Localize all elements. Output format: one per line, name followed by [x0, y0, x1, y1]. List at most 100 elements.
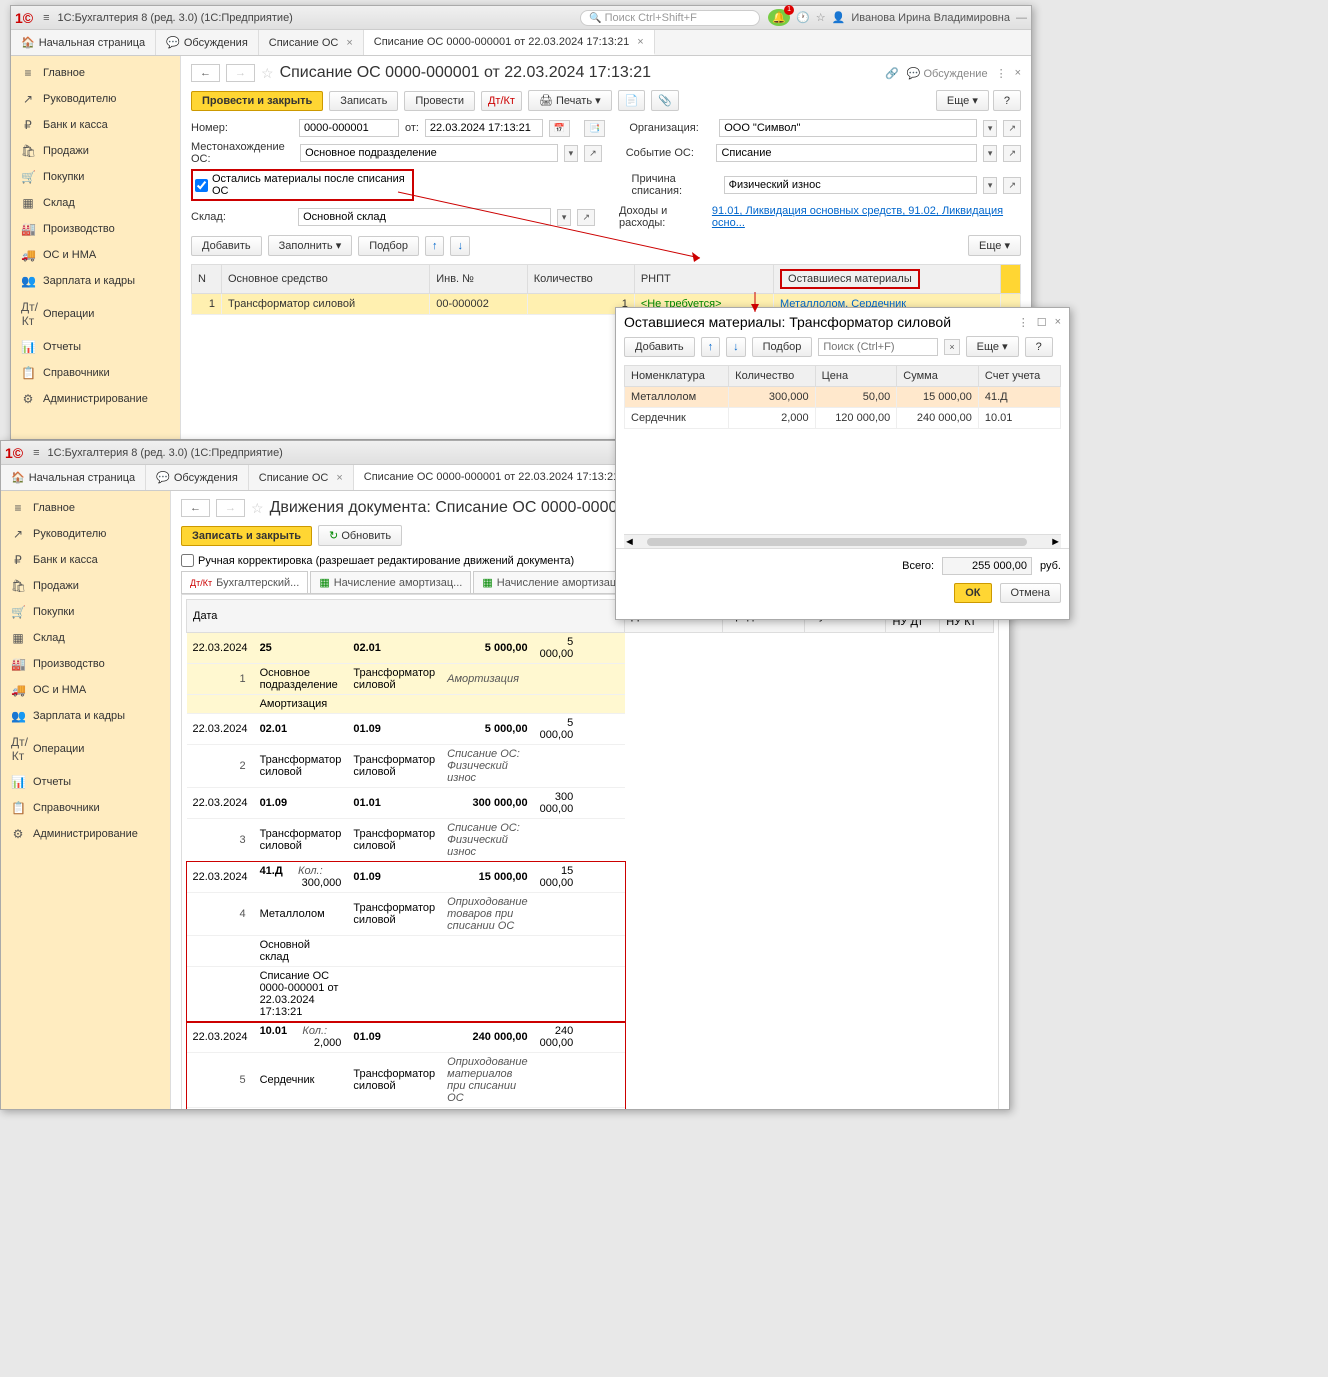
user-name[interactable]: Иванова Ирина Владимировна [851, 12, 1010, 24]
movement-row[interactable]: 22.03.2024 41.Д Кол.: 300,000 01.09 15 0… [187, 862, 625, 893]
dialog-close-icon[interactable]: × [1055, 316, 1061, 328]
dlg-up-button[interactable]: ↑ [701, 337, 721, 357]
sidebar-item[interactable]: ≡Главное [1, 495, 170, 521]
nav-fwd[interactable]: → [226, 64, 255, 82]
dtkt-button[interactable]: Дт/Кт [481, 91, 522, 111]
sidebar-item[interactable]: 👥Зарплата и кадры [11, 268, 180, 294]
event-open-icon[interactable]: ↗ [1003, 145, 1021, 162]
move-up-button[interactable]: ↑ [425, 236, 445, 256]
select-button[interactable]: Подбор [358, 236, 419, 256]
move-down-button[interactable]: ↓ [450, 236, 470, 256]
org-select-icon[interactable]: ▾ [983, 120, 998, 137]
sidebar-item[interactable]: ⚙Администрирование [11, 386, 180, 412]
loc-input[interactable] [300, 144, 558, 162]
store-select-icon[interactable]: ▾ [557, 209, 572, 226]
material-row[interactable]: Сердечник2,000120 000,00240 000,0010.01 [625, 408, 1061, 429]
sidebar-item[interactable]: 🏭Производство [11, 216, 180, 242]
dlg-select-button[interactable]: Подбор [752, 337, 813, 357]
dlg-down-button[interactable]: ↓ [726, 337, 746, 357]
sidebar-item[interactable]: 📊Отчеты [1, 769, 170, 795]
window-min-icon[interactable]: — [1016, 12, 1027, 24]
reason-open-icon[interactable]: ↗ [1003, 177, 1021, 194]
tab-doc[interactable]: Списание ОС 0000-000001 от 22.03.2024 17… [354, 465, 630, 490]
tab-doc[interactable]: Списание ОС 0000-000001 от 22.03.2024 17… [364, 30, 655, 55]
sidebar-item[interactable]: Дт/КтОперации [1, 729, 170, 769]
org-open-icon[interactable]: ↗ [1003, 120, 1021, 137]
sidebar-item[interactable]: 🚚ОС и НМА [11, 242, 180, 268]
movement-row[interactable]: 22.03.2024 02.01 01.09 5 000,00 5 000,00 [187, 714, 625, 745]
ok-button[interactable]: ОК [954, 583, 991, 603]
discussion-icon[interactable]: 💬 Обсуждение [907, 67, 988, 80]
tab-home[interactable]: 🏠 Начальная страница [11, 30, 156, 55]
mtab-accounting[interactable]: Дт/КтБухгалтерский... [181, 571, 308, 593]
loc-open-icon[interactable]: ↗ [584, 145, 602, 162]
fill-button[interactable]: Заполнить ▾ [268, 235, 353, 256]
event-input[interactable] [716, 144, 976, 162]
sidebar-item[interactable]: 🛒Покупки [1, 599, 170, 625]
sidebar-item[interactable]: ₽Банк и касса [1, 547, 170, 573]
nav-fwd[interactable]: → [216, 499, 245, 517]
close-icon[interactable]: × [1015, 67, 1021, 80]
add-row-button[interactable]: Добавить [191, 236, 262, 256]
movement-row[interactable]: 22.03.2024 01.09 01.01 300 000,00 300 00… [187, 788, 625, 819]
calendar-icon[interactable]: 📅 [549, 120, 570, 137]
sidebar-item[interactable]: Дт/КтОперации [11, 294, 180, 334]
tab-discussions[interactable]: 💬 Обсуждения [146, 465, 249, 490]
store-input[interactable] [298, 208, 551, 226]
sidebar-item[interactable]: ₽Банк и касса [11, 112, 180, 138]
attach-button[interactable]: 📎 [651, 90, 679, 111]
search-input[interactable]: 🔍 Поиск Ctrl+Shift+F [580, 10, 760, 26]
bell-icon[interactable]: 🔔1 [768, 9, 790, 26]
dialog-max-icon[interactable]: ☐ [1037, 316, 1047, 329]
tab-writeoff[interactable]: Списание ОС× [249, 465, 354, 490]
star-icon[interactable]: ☆ [816, 11, 826, 24]
store-open-icon[interactable]: ↗ [577, 209, 595, 226]
sidebar-item[interactable]: ↗Руководителю [11, 86, 180, 112]
more-button[interactable]: Еще ▾ [968, 235, 1021, 256]
dlg-search-clear[interactable]: × [944, 339, 959, 355]
tab-discussions[interactable]: 💬 Обсуждения [156, 30, 259, 55]
cancel-button[interactable]: Отмена [1000, 583, 1061, 603]
menu-icon[interactable]: ≡ [43, 12, 49, 24]
mtab-deprec1[interactable]: ▦Начисление амортизац... [310, 571, 471, 593]
fav-star-icon[interactable]: ☆ [261, 65, 274, 82]
dlg-scrollbar[interactable]: ◄► [624, 534, 1061, 548]
mtab-deprec2[interactable]: ▦Начисление амортизац... [473, 571, 634, 593]
post-close-button[interactable]: Провести и закрыть [191, 91, 323, 111]
sidebar-item[interactable]: ⚙Администрирование [1, 821, 170, 847]
sidebar-item[interactable]: 📋Справочники [1, 795, 170, 821]
doc-status-icon[interactable]: 📑 [584, 120, 605, 137]
sidebar-item[interactable]: ↗Руководителю [1, 521, 170, 547]
number-input[interactable] [299, 119, 399, 137]
sidebar-item[interactable]: 🏭Производство [1, 651, 170, 677]
dlg-help-button[interactable]: ? [1025, 337, 1053, 357]
sidebar-item[interactable]: 📊Отчеты [11, 334, 180, 360]
dialog-more-icon[interactable]: ⋮ [1018, 316, 1029, 329]
user-icon[interactable]: 👤 [832, 11, 846, 24]
sidebar-item[interactable]: 🛍Продажи [11, 138, 180, 164]
help-button[interactable]: ? [993, 90, 1021, 111]
date-input[interactable] [425, 119, 543, 137]
more-button[interactable]: Еще ▾ [936, 90, 989, 111]
nav-back[interactable]: ← [191, 64, 220, 82]
reason-select-icon[interactable]: ▾ [983, 177, 998, 194]
material-row[interactable]: Металлолом300,00050,0015 000,0041.Д [625, 387, 1061, 408]
dlg-search[interactable] [818, 338, 938, 356]
fav-star-icon[interactable]: ☆ [251, 500, 264, 517]
materials-checkbox[interactable] [195, 179, 208, 192]
movement-row[interactable]: 22.03.2024 10.01 Кол.: 2,000 01.09 240 0… [187, 1022, 625, 1053]
link-icon[interactable]: 🔗 [885, 67, 899, 80]
dlg-add-button[interactable]: Добавить [624, 337, 695, 357]
refresh-button[interactable]: ↻ Обновить [318, 525, 402, 546]
sidebar-item[interactable]: 🛍Продажи [1, 573, 170, 599]
sidebar-item[interactable]: ▦Склад [11, 190, 180, 216]
print-button[interactable]: 🖨 Печать ▾ [528, 90, 612, 111]
tab-home[interactable]: 🏠 Начальная страница [1, 465, 146, 490]
reason-input[interactable] [724, 176, 977, 194]
manual-checkbox[interactable] [181, 554, 194, 567]
save-close-button[interactable]: Записать и закрыть [181, 526, 312, 546]
dlg-more-button[interactable]: Еще ▾ [966, 336, 1019, 357]
post-button[interactable]: Провести [404, 91, 475, 111]
org-input[interactable] [719, 119, 977, 137]
create-based-button[interactable]: 📄 [618, 90, 646, 111]
